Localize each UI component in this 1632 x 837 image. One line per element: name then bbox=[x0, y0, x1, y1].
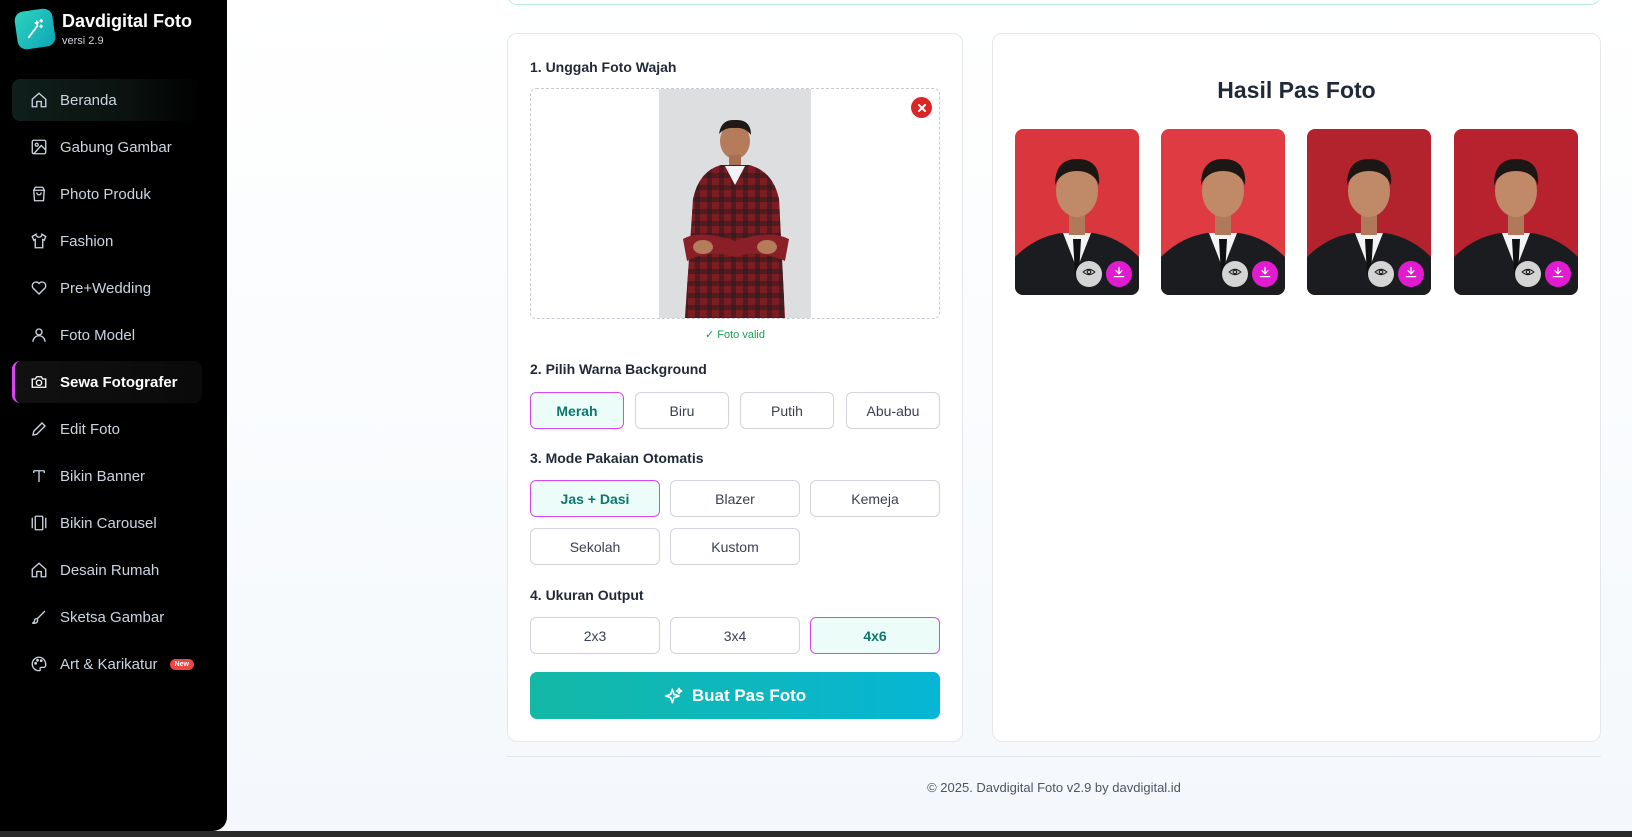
download-icon bbox=[1112, 265, 1126, 284]
brand[interactable]: Davdigital Foto versi 2.9 bbox=[13, 7, 192, 51]
uploaded-photo bbox=[659, 89, 811, 318]
size-option-4x6[interactable]: 4x6 bbox=[810, 617, 940, 654]
page: Davdigital Foto versi 2.9 Beranda Gabung… bbox=[0, 0, 1632, 831]
sidebar-item-desain-rumah[interactable]: Desain Rumah bbox=[12, 549, 202, 591]
sidebar-nav: Beranda Gabung Gambar Photo Produk Fashi… bbox=[12, 79, 202, 690]
step-2-label: 2. Pilih Warna Background bbox=[530, 361, 707, 377]
eye-icon bbox=[1521, 265, 1535, 284]
sidebar-item-label: Pre+Wedding bbox=[60, 279, 152, 297]
download-icon bbox=[1404, 265, 1418, 284]
sidebar-item-photo-produk[interactable]: Photo Produk bbox=[12, 173, 202, 215]
magic-wand-icon bbox=[13, 7, 57, 51]
sidebar: Davdigital Foto versi 2.9 Beranda Gabung… bbox=[0, 0, 227, 831]
view-result-button[interactable] bbox=[1515, 261, 1541, 287]
eye-icon bbox=[1228, 265, 1242, 284]
camera-icon bbox=[30, 373, 48, 391]
download-icon bbox=[1258, 265, 1272, 284]
size-option-2x3[interactable]: 2x3 bbox=[530, 617, 660, 654]
photo-valid-status: ✓ Foto valid bbox=[705, 329, 765, 341]
generate-button-label: Buat Pas Foto bbox=[691, 685, 807, 705]
bg-option-abu-abu[interactable]: Abu-abu bbox=[846, 392, 940, 429]
result-photo[interactable] bbox=[1454, 129, 1578, 295]
sidebar-item-label: Foto Model bbox=[60, 326, 136, 344]
download-result-button[interactable] bbox=[1106, 261, 1132, 287]
image-icon bbox=[30, 138, 48, 156]
eye-icon bbox=[1374, 265, 1388, 284]
top-notice-strip bbox=[507, 0, 1601, 5]
shopping-bag-icon bbox=[30, 185, 48, 203]
bg-option-biru[interactable]: Biru bbox=[635, 392, 729, 429]
sidebar-item-sketsa-gambar[interactable]: Sketsa Gambar bbox=[12, 596, 202, 638]
sidebar-item-label: Bikin Banner bbox=[60, 467, 146, 485]
remove-photo-button[interactable] bbox=[911, 97, 932, 118]
pencil-icon bbox=[30, 420, 48, 438]
sidebar-item-bikin-carousel[interactable]: Bikin Carousel bbox=[12, 502, 202, 544]
brush-icon bbox=[30, 608, 48, 626]
clothing-option-jas-dasi[interactable]: Jas + Dasi bbox=[530, 480, 660, 517]
sidebar-item-label: Photo Produk bbox=[60, 185, 151, 203]
view-result-button[interactable] bbox=[1076, 261, 1102, 287]
home-icon bbox=[30, 91, 48, 109]
clothing-option-sekolah[interactable]: Sekolah bbox=[530, 528, 660, 565]
sidebar-item-edit-foto[interactable]: Edit Foto bbox=[12, 408, 202, 450]
results-card: Hasil Pas Foto bbox=[992, 33, 1601, 742]
download-icon bbox=[1551, 265, 1565, 284]
step-1-label: 1. Unggah Foto Wajah bbox=[530, 59, 677, 75]
sidebar-item-art-karikatur[interactable]: Art & Karikatur New bbox=[12, 643, 202, 685]
sidebar-item-label: Edit Foto bbox=[60, 420, 121, 438]
brand-title: Davdigital Foto bbox=[62, 11, 192, 31]
result-photo[interactable] bbox=[1161, 129, 1285, 295]
sidebar-item-label: Desain Rumah bbox=[60, 561, 160, 579]
download-result-button[interactable] bbox=[1252, 261, 1278, 287]
sidebar-item-gabung-gambar[interactable]: Gabung Gambar bbox=[12, 126, 202, 168]
generate-pas-foto-button[interactable]: Buat Pas Foto bbox=[530, 672, 940, 719]
sidebar-item-label: Gabung Gambar bbox=[60, 138, 172, 156]
sidebar-item-beranda[interactable]: Beranda bbox=[12, 79, 202, 121]
result-photo[interactable] bbox=[1015, 129, 1139, 295]
brand-version: versi 2.9 bbox=[62, 35, 104, 47]
clothing-option-blazer[interactable]: Blazer bbox=[670, 480, 800, 517]
download-result-button[interactable] bbox=[1398, 261, 1424, 287]
heart-icon bbox=[30, 279, 48, 297]
step-4-label: 4. Ukuran Output bbox=[530, 587, 644, 603]
shirt-icon bbox=[30, 232, 48, 250]
eye-icon bbox=[1082, 265, 1096, 284]
upload-dropzone[interactable] bbox=[530, 88, 940, 319]
house-icon bbox=[30, 561, 48, 579]
results-title: Hasil Pas Foto bbox=[1217, 77, 1376, 103]
sidebar-item-label: Beranda bbox=[60, 91, 117, 109]
view-result-button[interactable] bbox=[1368, 261, 1394, 287]
sidebar-item-label: Fashion bbox=[60, 232, 114, 250]
footer-divider bbox=[507, 756, 1601, 757]
user-icon bbox=[30, 326, 48, 344]
carousel-icon bbox=[30, 514, 48, 532]
sidebar-item-pre-wedding[interactable]: Pre+Wedding bbox=[12, 267, 202, 309]
text-icon bbox=[30, 467, 48, 485]
sidebar-item-label: Art & Karikatur bbox=[60, 655, 158, 673]
new-badge: New bbox=[169, 658, 194, 670]
sidebar-item-sewa-fotografer[interactable]: Sewa Fotografer bbox=[12, 361, 202, 403]
sidebar-item-label: Bikin Carousel bbox=[60, 514, 157, 532]
sidebar-item-foto-model[interactable]: Foto Model bbox=[12, 314, 202, 356]
sidebar-item-label: Sewa Fotografer bbox=[60, 373, 178, 391]
palette-icon bbox=[30, 655, 48, 673]
step-3-label: 3. Mode Pakaian Otomatis bbox=[530, 450, 704, 466]
footer-copyright: © 2025. Davdigital Foto v2.9 by davdigit… bbox=[927, 780, 1181, 795]
bg-option-merah[interactable]: Merah bbox=[530, 392, 624, 429]
download-result-button[interactable] bbox=[1545, 261, 1571, 287]
sidebar-item-label: Sketsa Gambar bbox=[60, 608, 165, 626]
form-card: 1. Unggah Foto Wajah ✓ Foto valid 2. Pil… bbox=[507, 33, 963, 742]
result-photo[interactable] bbox=[1307, 129, 1431, 295]
size-option-3x4[interactable]: 3x4 bbox=[670, 617, 800, 654]
clothing-option-kemeja[interactable]: Kemeja bbox=[810, 480, 940, 517]
sparkles-icon bbox=[664, 686, 684, 706]
bg-option-putih[interactable]: Putih bbox=[740, 392, 834, 429]
clothing-option-kustom[interactable]: Kustom bbox=[670, 528, 800, 565]
sidebar-item-bikin-banner[interactable]: Bikin Banner bbox=[12, 455, 202, 497]
sidebar-item-fashion[interactable]: Fashion bbox=[12, 220, 202, 262]
view-result-button[interactable] bbox=[1222, 261, 1248, 287]
